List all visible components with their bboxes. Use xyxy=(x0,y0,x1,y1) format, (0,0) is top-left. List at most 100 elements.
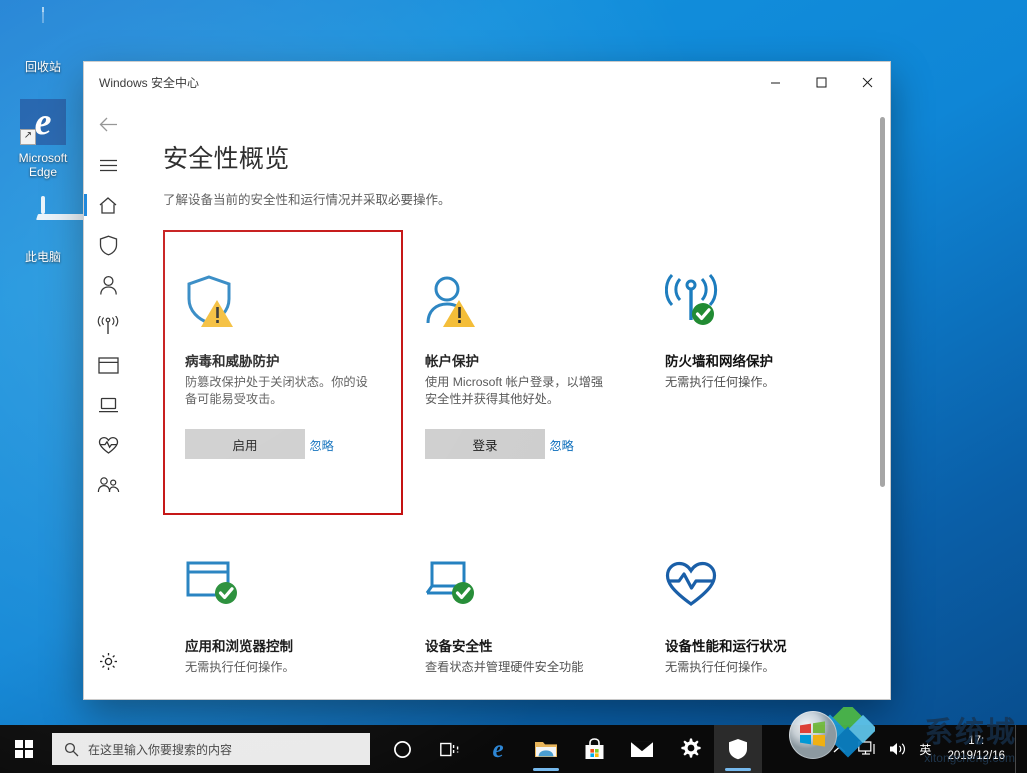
card-title: 设备性能和运行状况 xyxy=(665,639,787,654)
clock-time: 17: xyxy=(968,735,985,747)
card-description: 使用 Microsoft 帐户登录，以增强安全性并获得其他好处。 xyxy=(425,375,604,406)
desktop-icon-label: Microsoft xyxy=(18,151,68,165)
minimize-button[interactable] xyxy=(752,66,798,98)
circle-icon xyxy=(393,740,411,758)
microsoft-store-button[interactable] xyxy=(570,725,618,773)
sidebar-item-home[interactable] xyxy=(84,185,132,225)
turn-on-button[interactable]: 启用 xyxy=(185,429,305,459)
speaker-icon xyxy=(890,743,906,755)
family-icon xyxy=(97,477,119,493)
wifi-broadcast-check-icon xyxy=(664,273,857,336)
search-placeholder: 在这里输入你要搜索的内容 xyxy=(88,742,233,757)
ignore-link[interactable]: 忽略 xyxy=(309,436,333,454)
chevron-up-icon xyxy=(833,745,846,752)
sidebar-item-family-options[interactable] xyxy=(84,465,132,505)
card-device-performance-health[interactable]: 设备性能和运行状况 无需执行任何操作。 xyxy=(643,515,883,699)
show-hidden-icons-button[interactable] xyxy=(827,725,852,773)
mail-button[interactable] xyxy=(618,725,666,773)
edge-icon: e xyxy=(492,735,504,763)
start-button[interactable] xyxy=(0,725,48,773)
volume-button[interactable] xyxy=(883,725,913,773)
task-view-icon xyxy=(439,742,458,756)
sidebar-item-device-health[interactable] xyxy=(84,425,132,465)
card-title: 防火墙和网络保护 xyxy=(665,354,773,369)
person-icon xyxy=(99,275,117,295)
maximize-icon xyxy=(816,77,826,87)
taskbar: 在这里输入你要搜索的内容 e 英 17: 2019/12/16 系统城 xito… xyxy=(0,702,1027,773)
edge-icon: e ↗ xyxy=(4,99,82,147)
desktop-icon-recycle-bin[interactable]: 回收站 xyxy=(4,7,82,74)
desktop-icon-label: 回收站 xyxy=(24,60,61,74)
folder-icon xyxy=(535,742,557,757)
card-app-browser-control[interactable]: 应用和浏览器控制 无需执行任何操作。 xyxy=(163,515,403,699)
vertical-scrollbar[interactable] xyxy=(876,103,888,699)
card-account-protection[interactable]: 帐户保护 使用 Microsoft 帐户登录，以增强安全性并获得其他好处。 登录… xyxy=(403,230,643,515)
task-view-button[interactable] xyxy=(426,725,474,773)
file-explorer-button[interactable] xyxy=(522,725,570,773)
shield-icon xyxy=(729,739,747,760)
card-title: 病毒和威胁防护 xyxy=(185,354,280,369)
settings-button[interactable] xyxy=(666,725,714,773)
laptop-icon xyxy=(98,397,118,412)
desktop-icon-label: 此电脑 xyxy=(24,250,61,264)
sidebar-item-settings[interactable] xyxy=(84,641,132,681)
sign-in-button[interactable]: 登录 xyxy=(425,429,545,459)
windows-logo-icon xyxy=(15,740,33,758)
close-icon xyxy=(862,77,872,87)
shield-warning-icon xyxy=(185,274,377,336)
card-firewall-network-protection[interactable]: 防火墙和网络保护 无需执行任何操作。 xyxy=(643,230,883,515)
mail-icon xyxy=(630,741,654,757)
navigation-rail xyxy=(84,103,133,699)
window-titlebar: Windows 安全中心 xyxy=(84,62,890,103)
hamburger-menu-button[interactable] xyxy=(84,145,132,185)
card-description: 无需执行任何操作。 xyxy=(665,375,775,389)
page-subtitle: 了解设备当前的安全性和运行情况并采取必要操作。 xyxy=(163,193,451,207)
back-button[interactable] xyxy=(84,107,132,141)
windows-security-window: Windows 安全中心 安全性概览 了解设备当前的安全性和运行情况并采取必要操… xyxy=(84,62,890,699)
sidebar-item-virus-protection[interactable] xyxy=(84,225,132,265)
desktop-icon-label-2: Edge xyxy=(28,165,58,179)
recycle-bin-icon xyxy=(4,7,82,56)
card-description: 无需执行任何操作。 xyxy=(665,660,775,674)
scrollbar-thumb[interactable] xyxy=(880,117,885,487)
content-area: 安全性概览 了解设备当前的安全性和运行情况并采取必要操作。 病毒和威胁防护 防篡… xyxy=(133,103,890,699)
desktop-icon-microsoft-edge[interactable]: e ↗ Microsoft Edge xyxy=(4,98,82,179)
windows-security-button[interactable] xyxy=(714,725,762,773)
sidebar-item-device-security[interactable] xyxy=(84,385,132,425)
wifi-broadcast-icon xyxy=(97,315,119,334)
gear-icon xyxy=(99,652,117,670)
network-button[interactable] xyxy=(852,725,883,773)
window-title: Windows 安全中心 xyxy=(99,75,200,90)
card-description: 无需执行任何操作。 xyxy=(185,660,295,674)
card-virus-threat-protection[interactable]: 病毒和威胁防护 防篡改保护处于关闭状态。你的设备可能易受攻击。 启用 忽略 xyxy=(163,230,403,515)
card-device-security[interactable]: 设备安全性 查看状态并管理硬件安全功能 xyxy=(403,515,643,699)
shortcut-arrow-icon: ↗ xyxy=(20,129,36,145)
hamburger-menu-icon xyxy=(99,159,117,171)
system-tray: 英 17: 2019/12/16 xyxy=(827,725,1027,773)
browser-window-check-icon xyxy=(185,559,377,621)
desktop-icon-this-pc[interactable]: 此电脑 xyxy=(4,196,82,264)
minimize-icon xyxy=(770,82,780,83)
clock-date: 2019/12/16 xyxy=(947,750,1005,762)
search-icon xyxy=(64,742,79,757)
laptop-check-icon xyxy=(425,559,617,621)
sidebar-item-firewall[interactable] xyxy=(84,305,132,345)
browser-window-icon xyxy=(97,356,119,374)
shield-icon xyxy=(99,235,117,255)
card-description: 查看状态并管理硬件安全功能 xyxy=(425,660,584,674)
ime-indicator[interactable]: 英 xyxy=(913,725,937,773)
clock[interactable]: 17: 2019/12/16 xyxy=(937,725,1015,773)
ignore-link[interactable]: 忽略 xyxy=(549,436,573,454)
gear-icon xyxy=(681,738,701,758)
heart-pulse-icon xyxy=(98,436,118,454)
show-desktop-button[interactable] xyxy=(1015,725,1023,773)
page-title: 安全性概览 xyxy=(163,145,290,173)
sidebar-item-app-browser-control[interactable] xyxy=(84,345,132,385)
sidebar-item-account-protection[interactable] xyxy=(84,265,132,305)
cortana-button[interactable] xyxy=(378,725,426,773)
edge-button[interactable]: e xyxy=(474,725,522,773)
this-pc-icon xyxy=(4,196,82,246)
search-input[interactable]: 在这里输入你要搜索的内容 xyxy=(52,733,370,765)
maximize-button[interactable] xyxy=(798,66,844,98)
close-button[interactable] xyxy=(844,66,890,98)
